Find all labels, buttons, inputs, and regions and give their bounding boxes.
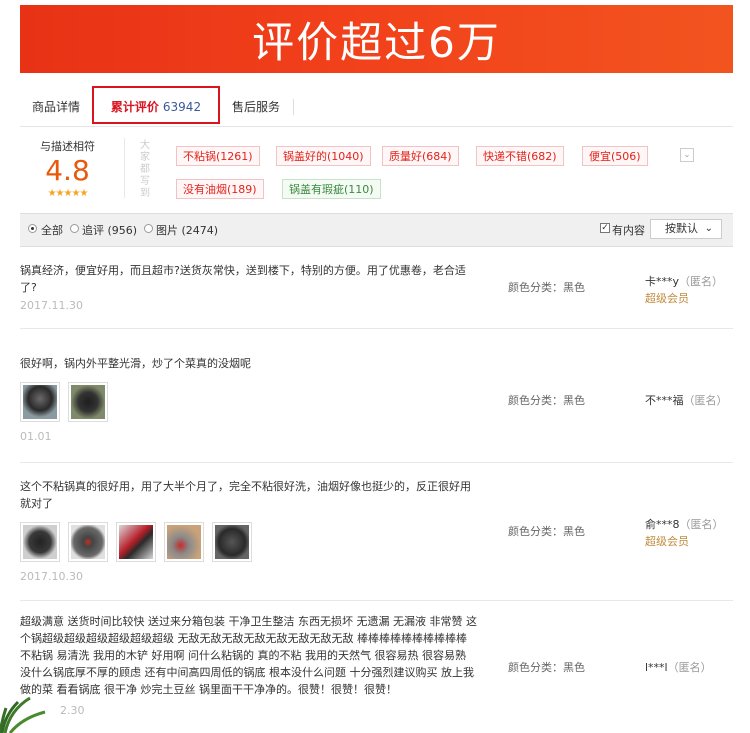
review-color-variant: 颜色分类：黑色 bbox=[508, 394, 585, 407]
review-text: 锅真经济，便宜好用，而且超市?送货灰常快，送到楼下，特别的方便。用了优惠卷，老合… bbox=[20, 264, 466, 294]
review-item: 锅真经济，便宜好用，而且超市?送货灰常快，送到楼下，特别的方便。用了优惠卷，老合… bbox=[20, 247, 733, 329]
tab-product-details[interactable]: 商品详情 bbox=[32, 89, 80, 125]
radio-pictures[interactable] bbox=[144, 224, 153, 233]
review-color-variant: 颜色分类：黑色 bbox=[508, 525, 585, 538]
impression-tag-negative[interactable]: 锅盖有瑕疵(110) bbox=[282, 179, 381, 199]
detail-tabs: 商品详情 累计评价 63942 售后服务 bbox=[20, 86, 733, 127]
review-date: 2017.11.30 bbox=[20, 299, 83, 312]
banner-title: 评价超过6万 bbox=[252, 17, 501, 67]
review-user: l***l（匿名） bbox=[645, 659, 712, 675]
review-text: 超级满意 送货时间比较快 送过来分箱包装 干净卫生整洁 东西无损坏 无遗漏 无漏… bbox=[20, 615, 477, 696]
chevron-down-icon[interactable]: ⌄ bbox=[680, 148, 694, 162]
review-color-variant: 颜色分类：黑色 bbox=[508, 281, 585, 294]
impression-tag[interactable]: 不粘锅(1261) bbox=[176, 146, 260, 166]
impression-tag[interactable]: 便宜(506) bbox=[582, 146, 648, 166]
impression-tag[interactable]: 快递不错(682) bbox=[476, 146, 564, 166]
review-photo-thumbnail[interactable] bbox=[116, 522, 156, 562]
review-date: 2017.10.30 bbox=[20, 570, 83, 583]
review-item: 很好啊，锅内外平整光滑，炒了个菜真的没烟呢 01.01 颜色分类：黑色 不***… bbox=[20, 329, 733, 463]
impression-tag[interactable]: 锅盖好的(1040) bbox=[276, 146, 371, 166]
filter-pictures-label: 图片 (2474) bbox=[156, 224, 219, 237]
review-photo-thumbnail[interactable] bbox=[164, 522, 204, 562]
has-content-checkbox[interactable]: ✓ bbox=[600, 223, 610, 233]
radio-all[interactable] bbox=[28, 224, 37, 233]
filter-all-label: 全部 bbox=[41, 224, 63, 237]
review-item: 超级满意 送货时间比较快 送过来分箱包装 干净卫生整洁 东西无损坏 无遗漏 无漏… bbox=[20, 601, 733, 733]
review-vip-badge: 超级会员 bbox=[645, 292, 689, 305]
sort-dropdown[interactable]: 按默认 ⌄ bbox=[650, 219, 722, 239]
promo-banner: 评价超过6万 bbox=[20, 5, 733, 73]
review-filter-bar: 全部 追评 (956) 图片 (2474) ✓ 有内容 按默认 ⌄ bbox=[20, 213, 733, 247]
review-date: 2.30 bbox=[60, 704, 85, 717]
review-user: 卡***y（匿名） bbox=[645, 273, 723, 289]
review-photo-thumbnail[interactable] bbox=[68, 382, 108, 422]
rating-label: 与描述相符 bbox=[40, 140, 95, 153]
review-summary: 与描述相符 4.8 ★★★★★ 大家都写到 不粘锅(1261) 锅盖好的(104… bbox=[20, 128, 733, 210]
impression-tag[interactable]: 质量好(684) bbox=[382, 146, 459, 166]
has-content-label: 有内容 bbox=[612, 224, 645, 237]
review-text: 很好啊，锅内外平整光滑，炒了个菜真的没烟呢 bbox=[20, 357, 251, 370]
tab-reviews-count: 63942 bbox=[162, 100, 202, 114]
review-username: l***l bbox=[645, 661, 668, 674]
review-anon: （匿名） bbox=[667, 661, 712, 674]
review-photo-thumbnail[interactable] bbox=[68, 522, 108, 562]
review-date: 01.01 bbox=[20, 430, 52, 443]
review-item: 这个不粘锅真的很好用，用了大半个月了，完全不粘很好洗，油烟好像也挺少的，反正很好… bbox=[20, 463, 733, 601]
impressions-label: 大家都写到 bbox=[140, 140, 150, 199]
review-photos bbox=[20, 522, 252, 562]
summary-divider bbox=[124, 138, 125, 198]
review-photos bbox=[20, 382, 108, 422]
impression-tag[interactable]: 没有油烟(189) bbox=[176, 179, 264, 199]
review-anon: （匿名） bbox=[679, 518, 724, 531]
review-photo-thumbnail[interactable] bbox=[20, 522, 60, 562]
review-user: 俞***8（匿名） bbox=[645, 516, 724, 532]
rating-box: 与描述相符 4.8 ★★★★★ bbox=[20, 138, 115, 199]
tab-reviews-label: 累计评价 bbox=[110, 100, 159, 114]
review-username: 不***福 bbox=[645, 394, 684, 407]
tab-after-sales[interactable]: 售后服务 bbox=[232, 89, 280, 125]
sort-label: 按默认 bbox=[665, 222, 698, 235]
review-vip-badge: 超级会员 bbox=[645, 535, 689, 548]
review-anon: （匿名） bbox=[683, 394, 728, 407]
tab-divider bbox=[293, 99, 294, 115]
review-color-variant: 颜色分类：黑色 bbox=[508, 661, 585, 674]
review-photo-thumbnail[interactable] bbox=[20, 382, 60, 422]
tab-reviews[interactable]: 累计评价 63942 bbox=[92, 86, 220, 124]
review-user: 不***福（匿名） bbox=[645, 392, 728, 408]
review-username: 俞***8 bbox=[645, 518, 680, 531]
review-photo-thumbnail[interactable] bbox=[212, 522, 252, 562]
chevron-down-icon: ⌄ bbox=[704, 223, 713, 234]
review-username: 卡***y bbox=[645, 275, 680, 288]
rating-score: 4.8 bbox=[45, 154, 90, 187]
radio-followup[interactable] bbox=[70, 224, 79, 233]
review-anon: （匿名） bbox=[679, 275, 724, 288]
filter-followup-label: 追评 (956) bbox=[82, 224, 138, 237]
plant-decoration bbox=[0, 696, 46, 733]
review-text: 这个不粘锅真的很好用，用了大半个月了，完全不粘很好洗，油烟好像也挺少的，反正很好… bbox=[20, 480, 471, 510]
rating-stars-icon: ★★★★★ bbox=[47, 188, 89, 199]
